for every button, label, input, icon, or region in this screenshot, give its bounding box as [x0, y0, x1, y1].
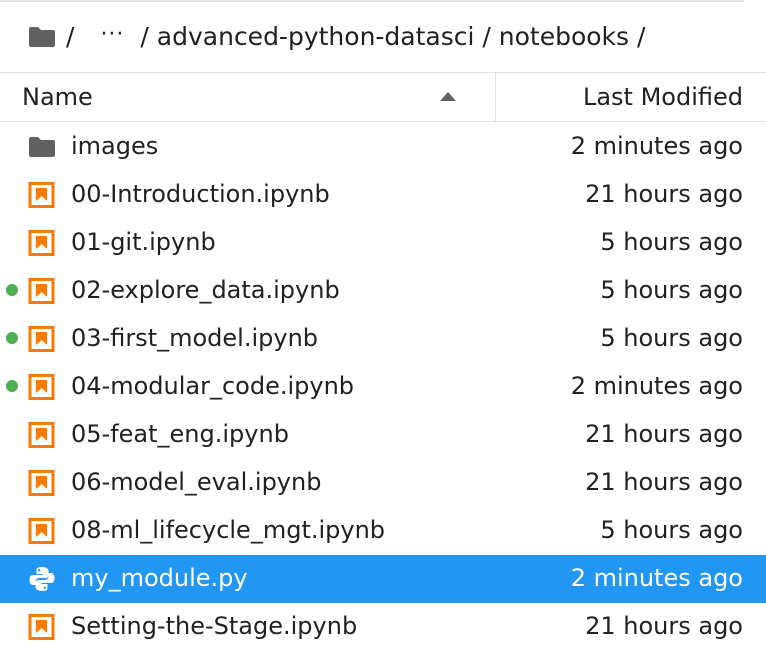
file-name: Setting-the-Stage.ipynb [71, 612, 358, 640]
name-column-label: Name [22, 83, 93, 111]
file-name: images [71, 132, 159, 160]
running-indicator-icon [6, 284, 18, 296]
file-last-modified: 5 hours ago [600, 516, 743, 544]
breadcrumb-ellipsis[interactable]: ··· [100, 22, 124, 47]
file-last-modified: 21 hours ago [585, 180, 743, 208]
file-name: 01-git.ipynb [71, 228, 216, 256]
file-name: my_module.py [71, 564, 248, 592]
python-file-icon [28, 566, 56, 592]
name-column-header[interactable]: Name [0, 73, 496, 121]
notebook-icon [28, 422, 56, 448]
notebook-icon [28, 278, 56, 304]
breadcrumb-path[interactable]: / advanced-python-datasci / notebooks / [140, 22, 645, 51]
file-name: 00-Introduction.ipynb [71, 180, 330, 208]
file-list-header: Name Last Modified [0, 72, 766, 122]
notebook-icon [28, 326, 56, 352]
file-last-modified: 21 hours ago [585, 420, 743, 448]
folder-icon[interactable] [28, 25, 56, 47]
file-last-modified: 2 minutes ago [570, 564, 743, 592]
file-row[interactable]: images 2 minutes ago [0, 123, 766, 171]
file-row[interactable]: 01-git.ipynb 5 hours ago [0, 219, 766, 267]
file-row[interactable]: 00-Introduction.ipynb 21 hours ago [0, 171, 766, 219]
file-last-modified: 21 hours ago [585, 612, 743, 640]
file-row[interactable]: 04-modular_code.ipynb 2 minutes ago [0, 363, 766, 411]
breadcrumb: / ··· / advanced-python-datasci / notebo… [28, 14, 655, 58]
file-list: images 2 minutes ago 00-Introduction.ipynb… [0, 123, 766, 651]
notebook-icon [28, 374, 56, 400]
file-row[interactable]: 03-first_model.ipynb 5 hours ago [0, 315, 766, 363]
notebook-icon [28, 518, 56, 544]
folder-icon [28, 134, 56, 160]
file-last-modified: 21 hours ago [585, 468, 743, 496]
running-indicator-icon [6, 380, 18, 392]
file-row[interactable]: 05-feat_eng.ipynb 21 hours ago [0, 411, 766, 459]
file-last-modified: 5 hours ago [600, 276, 743, 304]
file-last-modified: 2 minutes ago [570, 372, 743, 400]
notebook-icon [28, 182, 56, 208]
file-last-modified: 5 hours ago [600, 228, 743, 256]
sort-ascending-icon [440, 92, 456, 101]
file-row[interactable]: 02-explore_data.ipynb 5 hours ago [0, 267, 766, 315]
file-row[interactable]: 08-ml_lifecycle_mgt.ipynb 5 hours ago [0, 507, 766, 555]
last-modified-column-header[interactable]: Last Modified [583, 83, 743, 111]
notebook-icon [28, 230, 56, 256]
file-row[interactable]: my_module.py 2 minutes ago [0, 555, 766, 603]
file-name: 02-explore_data.ipynb [71, 276, 340, 304]
top-divider [0, 0, 744, 2]
file-row[interactable]: 06-model_eval.ipynb 21 hours ago [0, 459, 766, 507]
file-row[interactable]: Setting-the-Stage.ipynb 21 hours ago [0, 603, 766, 651]
breadcrumb-root-separator: / [66, 21, 75, 51]
file-name: 06-model_eval.ipynb [71, 468, 322, 496]
file-name: 04-modular_code.ipynb [71, 372, 355, 400]
file-name: 05-feat_eng.ipynb [71, 420, 289, 448]
file-name: 03-first_model.ipynb [71, 324, 319, 352]
notebook-icon [28, 614, 56, 640]
file-name: 08-ml_lifecycle_mgt.ipynb [71, 516, 386, 544]
running-indicator-icon [6, 332, 18, 344]
file-last-modified: 2 minutes ago [570, 132, 743, 160]
file-last-modified: 5 hours ago [600, 324, 743, 352]
notebook-icon [28, 470, 56, 496]
